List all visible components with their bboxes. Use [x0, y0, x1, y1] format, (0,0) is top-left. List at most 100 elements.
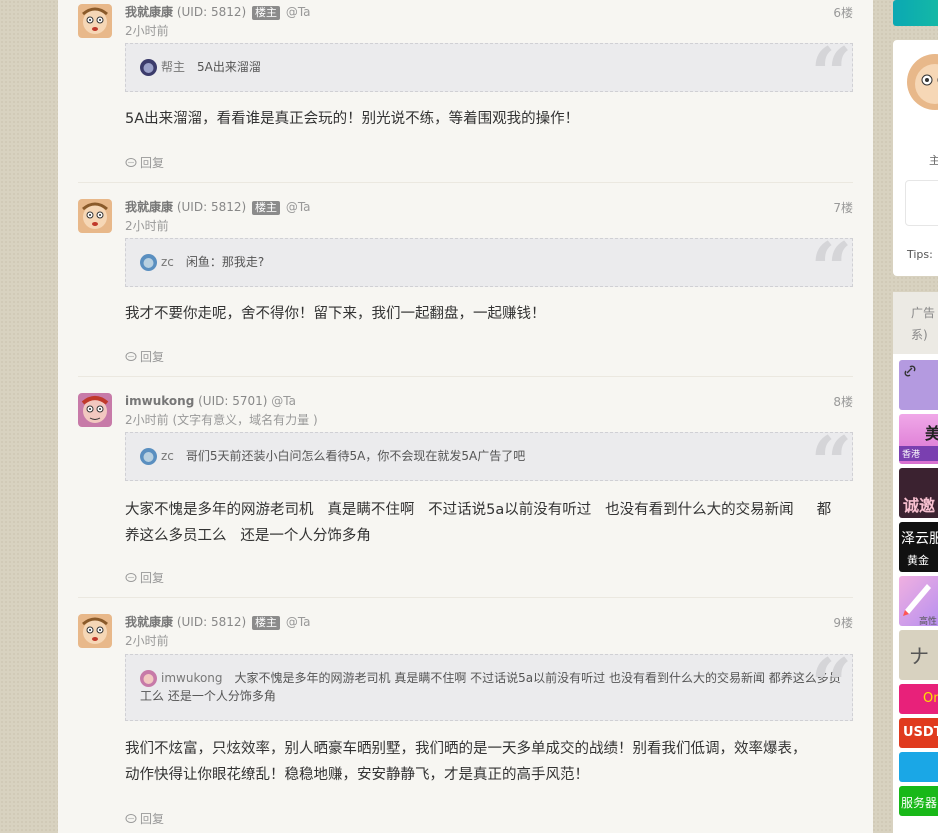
post-floor-9: 我就康康 (UID: 5812) 楼主 @Ta 9楼 2小时前 imwukong…	[78, 614, 853, 833]
ads-header: 广告 系)	[893, 292, 938, 354]
ad-text: 服务器	[901, 796, 938, 810]
floor-number[interactable]: 9楼	[833, 614, 853, 631]
ad-banner[interactable]: 服务器	[899, 786, 938, 816]
post-content-line: 动作快得让你眼花缭乱！稳稳地赚，安安静静飞，才是真正的高手风范！	[125, 767, 589, 783]
quote-username[interactable]: 帮主	[161, 60, 185, 74]
post-floor-8: imwukong (UID: 5701) @Ta 8楼 2小时前 (文字有意义，…	[78, 393, 853, 598]
ad-subtext: 高性	[919, 617, 938, 626]
post-content-line: 我们不炫富，只炫效率，别人晒豪车晒别墅，我们晒的是一天多单成交的战绩！别看我们低…	[125, 741, 807, 757]
op-badge: 楼主	[252, 616, 280, 630]
quote-mark-icon: “	[810, 226, 852, 311]
quote-block: imwukong 大家不愧是多年的网游老司机 真是瞒不住啊 不过话说5a以前没有听…	[125, 649, 853, 721]
quote-block: 帮主 5A出来溜溜 “	[125, 38, 853, 110]
quote-username[interactable]: imwukong	[161, 671, 223, 685]
comment-icon	[125, 573, 137, 582]
quote-mark-icon: “	[810, 420, 852, 505]
floor-number[interactable]: 8楼	[833, 393, 853, 410]
quote-text: 闲鱼：那我走?	[185, 255, 265, 269]
avatar[interactable]	[78, 199, 112, 233]
username[interactable]: 我就康康	[125, 615, 173, 629]
post-time: 2小时前	[125, 634, 169, 648]
ad-banner[interactable]: USDT	[899, 718, 938, 748]
comment-icon	[125, 814, 137, 823]
link-icon	[904, 365, 916, 377]
quote-text-line: 大家不愧是多年的网游老司机 真是瞒不住啊 不过话说5a以前没有听过 也没有看到什…	[234, 671, 841, 685]
user-uid: (UID: 5701)	[198, 394, 268, 408]
post-content: 我们不炫富，只炫效率，别人晒豪车晒别墅，我们晒的是一天多单成交的战绩！别看我们低…	[125, 736, 853, 788]
post-content: 5A出来溜溜，看看谁是真正会玩的！别光说不练，等着围观我的操作！	[125, 111, 580, 127]
user-uid: (UID: 5812)	[176, 615, 247, 629]
post-content: 我才不要你走呢，舍不得你！留下来，我们一起翻盘，一起赚钱！	[125, 306, 546, 322]
post-floor-7: 我就康康 (UID: 5812) 楼主 @Ta 7楼 2小时前 zc 闲鱼：那我走…	[78, 199, 853, 377]
ad-banner[interactable]: 泽云服 黄金	[899, 522, 938, 572]
quote-text-line: 工么 还是一个人分饰多角	[140, 689, 276, 703]
quote-text: 5A出来溜溜	[197, 60, 261, 74]
floor-number[interactable]: 7楼	[833, 199, 853, 216]
ads-subtitle: 系)	[911, 328, 928, 342]
sidebar-user-card: 主 Tips:	[893, 40, 938, 276]
avatar[interactable]	[78, 614, 112, 648]
avatar[interactable]	[78, 4, 112, 38]
sidebar-card-box[interactable]	[905, 180, 938, 226]
user-uid: (UID: 5812)	[176, 5, 247, 19]
ad-banner[interactable]	[899, 752, 938, 782]
op-badge: 楼主	[252, 201, 280, 215]
ad-banner[interactable]: 高性	[899, 576, 938, 626]
reply-label: 回复	[140, 350, 165, 364]
sidebar-card-text: 主	[929, 154, 938, 167]
username[interactable]: 我就康康	[125, 200, 173, 214]
at-link[interactable]: @Ta	[286, 615, 311, 629]
ad-subtext: 香港	[899, 446, 938, 461]
ad-banner[interactable]: 美 香港	[899, 414, 938, 464]
ad-banner[interactable]: 诚邀	[899, 468, 938, 518]
quote-avatar	[140, 670, 157, 687]
sidebar-top-banner[interactable]	[893, 0, 938, 26]
user-uid: (UID: 5812)	[176, 200, 247, 214]
quote-username[interactable]: zc	[161, 449, 174, 463]
sidebar-avatar[interactable]	[907, 54, 938, 110]
ad-text: On	[923, 691, 938, 706]
reply-label: 回复	[140, 156, 165, 170]
post-content-line: 养这么多员工么 还是一个人分饰多角	[125, 528, 371, 544]
ad-banner[interactable]: On	[899, 684, 938, 714]
reply-button[interactable]: 回复	[125, 569, 164, 586]
quote-avatar	[140, 448, 157, 465]
post-time: 2小时前	[125, 24, 169, 38]
quote-username[interactable]: zc	[161, 255, 174, 269]
post-time: 2小时前	[125, 219, 169, 233]
avatar[interactable]	[78, 393, 112, 427]
username[interactable]: 我就康康	[125, 5, 173, 19]
username[interactable]: imwukong	[125, 394, 194, 408]
reply-button[interactable]: 回复	[125, 348, 164, 365]
at-link[interactable]: @Ta	[286, 200, 311, 214]
post-content: 大家不愧是多年的网游老司机 真是瞒不住啊 不过话说5a以前没有听过 也没有看到什…	[125, 497, 853, 549]
quote-text: 哥们5天前还装小白问怎么看待5A，你不会现在就发5A广告了吧	[185, 449, 526, 463]
reply-label: 回复	[140, 571, 165, 585]
thread-main: 我就康康 (UID: 5812) 楼主 @Ta 6楼 2小时前 帮主 5A出来溜溜…	[58, 0, 873, 833]
comment-icon	[125, 352, 137, 361]
comment-icon	[125, 158, 137, 167]
at-link[interactable]: @Ta	[286, 5, 311, 19]
quote-avatar	[140, 59, 157, 76]
ad-subtext: 黄金	[907, 554, 929, 567]
sidebar-tips: Tips:	[907, 248, 933, 261]
op-badge: 楼主	[252, 6, 280, 20]
quote-block: zc 闲鱼：那我走? “	[125, 233, 853, 305]
post-time: 2小时前 (文字有意义，域名有力量 )	[125, 413, 318, 427]
at-link[interactable]: @Ta	[271, 394, 296, 408]
quote-mark-icon: “	[810, 642, 852, 727]
reply-button[interactable]: 回复	[125, 810, 164, 827]
ad-text: 美	[925, 424, 938, 443]
ad-banner[interactable]	[899, 360, 938, 410]
reply-button[interactable]: 回复	[125, 154, 164, 171]
ad-text: 泽云服	[901, 531, 938, 547]
quote-mark-icon: “	[810, 31, 852, 116]
ad-text: ナ	[909, 644, 929, 668]
quote-block: zc 哥们5天前还装小白问怎么看待5A，你不会现在就发5A广告了吧 “	[125, 427, 853, 499]
ad-banner[interactable]: ナ	[899, 630, 938, 680]
post-floor-6: 我就康康 (UID: 5812) 楼主 @Ta 6楼 2小时前 帮主 5A出来溜溜…	[78, 4, 853, 183]
quote-avatar	[140, 254, 157, 271]
ad-text: 诚邀	[903, 496, 936, 515]
floor-number[interactable]: 6楼	[833, 4, 853, 21]
post-content-line: 大家不愧是多年的网游老司机 真是瞒不住啊 不过话说5a以前没有听过 也没有看到什…	[125, 502, 832, 518]
